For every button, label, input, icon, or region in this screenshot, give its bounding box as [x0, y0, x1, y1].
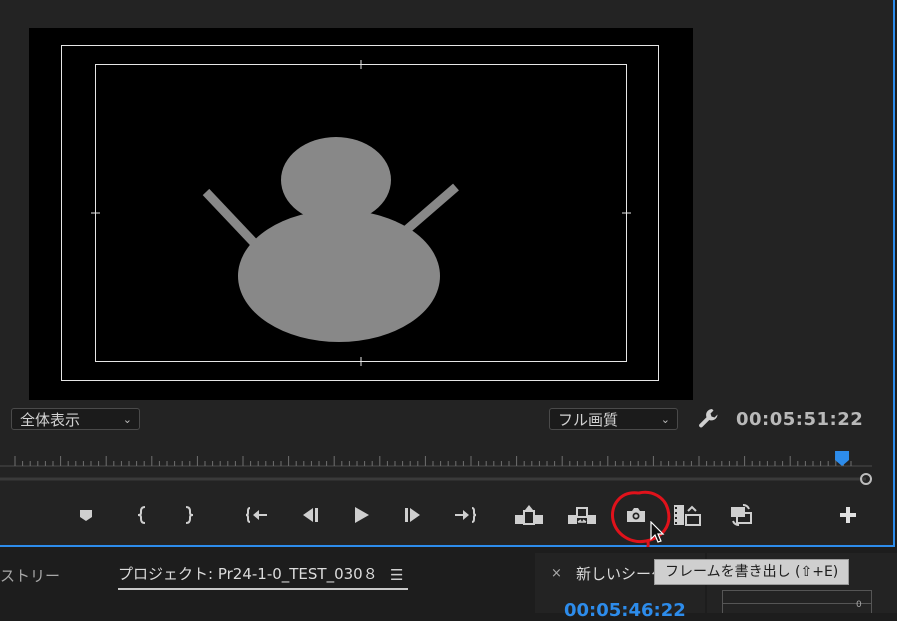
chevron-down-icon: ⌄ — [122, 413, 132, 426]
button-editor-button[interactable] — [833, 500, 863, 530]
go-to-out-button[interactable] — [450, 500, 480, 530]
go-to-out-icon — [455, 507, 477, 523]
tab-project[interactable]: プロジェクト: Pr24-1-0_TEST_030８ — [118, 563, 378, 584]
snowman-shape — [202, 137, 459, 342]
program-monitor-panel: 全体表示 ⌄ フル画質 ⌄ 00:05:51:22 — [0, 0, 895, 547]
go-to-in-button[interactable] — [242, 500, 272, 530]
audio-meter — [722, 590, 872, 613]
meter-zero-label: 0 — [856, 600, 862, 610]
marker-icon — [80, 510, 92, 521]
lift-button[interactable] — [514, 500, 544, 530]
program-video-frame[interactable] — [29, 28, 693, 400]
extract-button[interactable] — [567, 500, 597, 530]
export-frame-tooltip: フレームを書き出し (⇧+E) — [654, 559, 850, 585]
extract-icon — [568, 507, 596, 524]
step-forward-icon — [405, 508, 420, 522]
playback-quality-value: フル画質 — [558, 411, 619, 429]
overwrite-button[interactable] — [726, 500, 756, 530]
overwrite-icon — [731, 504, 752, 526]
play-icon — [355, 507, 369, 523]
playback-quality-select[interactable]: フル画質 ⌄ — [549, 408, 678, 430]
mark-out-icon — [185, 506, 194, 524]
sequence-timecode[interactable]: 00:05:46:22 — [564, 600, 686, 621]
close-icon[interactable]: × — [551, 566, 562, 581]
meter-divider — [722, 603, 872, 604]
mark-in-icon — [137, 506, 146, 524]
add-marker-button[interactable] — [71, 500, 101, 530]
mouse-pointer-icon — [650, 521, 665, 543]
lift-icon — [515, 505, 543, 525]
tab-sequence[interactable]: 新しいシーケンス — [576, 563, 656, 584]
insert-button[interactable] — [672, 500, 702, 530]
mark-out-button[interactable] — [174, 500, 204, 530]
mark-in-button[interactable] — [127, 500, 157, 530]
zoom-level-select[interactable]: 全体表示 ⌄ — [11, 408, 140, 430]
step-forward-button[interactable] — [399, 500, 429, 530]
play-button[interactable] — [346, 500, 376, 530]
settings-wrench-icon[interactable] — [697, 407, 721, 431]
tab-history[interactable]: ストリー — [0, 565, 60, 586]
step-back-button[interactable] — [294, 500, 324, 530]
chevron-down-icon: ⌄ — [660, 413, 670, 426]
go-to-in-icon — [245, 507, 267, 523]
panel-menu-icon[interactable]: ☰ — [390, 566, 403, 584]
step-back-icon — [303, 508, 318, 522]
active-tab-indicator — [118, 588, 408, 590]
safe-margins-overlay — [61, 45, 659, 381]
insert-icon — [674, 505, 701, 526]
time-ruler[interactable] — [0, 448, 893, 488]
playhead-marker[interactable] — [835, 451, 850, 466]
playhead-timecode[interactable]: 00:05:51:22 — [736, 409, 863, 430]
zoom-level-value: 全体表示 — [20, 411, 81, 429]
plus-icon — [840, 507, 856, 523]
transport-controls — [0, 496, 893, 536]
